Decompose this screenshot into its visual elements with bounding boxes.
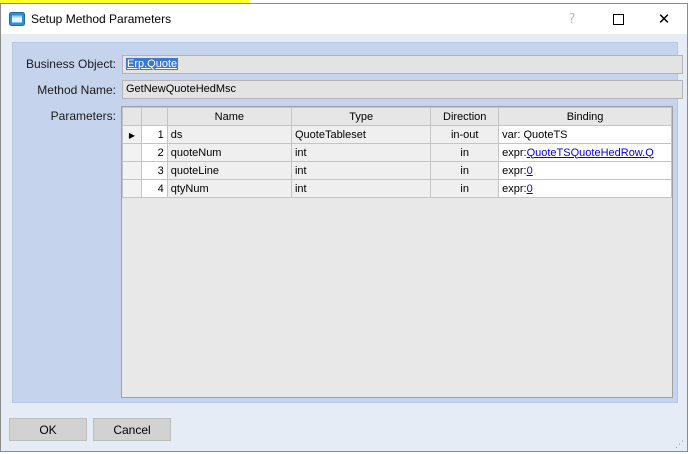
parameters-table: Name Type Direction Binding ▶ 1 ds Quote… <box>122 107 672 198</box>
binding-link[interactable]: 0 <box>527 183 533 195</box>
param-direction-cell: in <box>430 179 500 198</box>
parameters-label: Parameters: <box>50 109 116 123</box>
row-selector[interactable] <box>122 161 142 180</box>
parameters-grid[interactable]: Name Type Direction Binding ▶ 1 ds Quote… <box>121 106 673 398</box>
row-selector[interactable] <box>122 143 142 162</box>
table-row[interactable]: 3 quoteLine int in expr:0 <box>122 161 672 180</box>
row-number: 2 <box>140 143 168 162</box>
param-binding-cell[interactable]: expr:0 <box>498 179 672 198</box>
table-row[interactable]: ▶ 1 ds QuoteTableset in-out var: QuoteTS <box>122 125 672 144</box>
business-object-value: Erp.Quote <box>126 58 179 70</box>
business-object-label: Business Object: <box>25 57 116 71</box>
param-binding-cell[interactable]: var: QuoteTS <box>498 125 672 144</box>
param-direction-cell: in-out <box>430 125 500 144</box>
row-selector[interactable]: ▶ <box>122 125 142 144</box>
help-button[interactable]: ? <box>549 4 595 34</box>
resize-grip-icon[interactable]: ⋰ <box>675 439 685 449</box>
grid-header-row: Name Type Direction Binding <box>122 107 672 126</box>
method-name-value: GetNewQuoteHedMsc <box>126 83 237 95</box>
column-header-name[interactable]: Name <box>166 107 292 126</box>
param-name-cell: qtyNum <box>166 179 292 198</box>
cancel-button[interactable]: Cancel <box>93 418 171 441</box>
close-icon: ✕ <box>657 9 671 28</box>
param-type-cell: int <box>290 161 432 180</box>
method-name-field[interactable]: GetNewQuoteHedMsc <box>122 80 683 99</box>
column-header-type[interactable]: Type <box>290 107 432 126</box>
column-header-direction[interactable]: Direction <box>430 107 500 126</box>
method-name-label: Method Name: <box>37 83 116 97</box>
row-selector[interactable] <box>122 179 142 198</box>
dialog-window: Setup Method Parameters ? ✕ Business Obj… <box>0 3 688 452</box>
param-name-cell: ds <box>166 125 292 144</box>
column-header-number <box>140 107 168 126</box>
row-number: 3 <box>140 161 168 180</box>
column-header-selector <box>122 107 142 126</box>
title-bar[interactable]: Setup Method Parameters ? ✕ <box>1 4 687 34</box>
binding-prefix: var: QuoteTS <box>502 128 568 141</box>
param-type-cell: int <box>290 143 432 162</box>
binding-link[interactable]: 0 <box>527 165 533 177</box>
close-button[interactable]: ✕ <box>641 4 687 34</box>
table-row[interactable]: 2 quoteNum int in expr:QuoteTSQuoteHedRo… <box>122 143 672 162</box>
maximize-button[interactable] <box>595 4 641 34</box>
maximize-icon <box>612 13 624 25</box>
param-name-cell: quoteNum <box>166 143 292 162</box>
column-header-binding[interactable]: Binding <box>498 107 672 126</box>
row-number: 1 <box>140 125 168 144</box>
help-icon: ? <box>568 11 576 27</box>
param-binding-cell[interactable]: expr:QuoteTSQuoteHedRow.Q <box>498 143 672 162</box>
business-object-field[interactable]: Erp.Quote <box>122 55 683 74</box>
window-title: Setup Method Parameters <box>31 12 172 26</box>
param-name-cell: quoteLine <box>166 161 292 180</box>
row-number: 4 <box>140 179 168 198</box>
param-type-cell: int <box>290 179 432 198</box>
parameters-panel: Business Object: Erp.Quote Method Name: … <box>12 42 683 403</box>
param-binding-cell[interactable]: expr:0 <box>498 161 672 180</box>
param-direction-cell: in <box>430 161 500 180</box>
table-row[interactable]: 4 qtyNum int in expr:0 <box>122 179 672 198</box>
binding-link[interactable]: QuoteTSQuoteHedRow.Q <box>527 147 654 159</box>
binding-prefix: expr: <box>502 182 527 195</box>
app-icon <box>9 12 25 26</box>
param-direction-cell: in <box>430 143 500 162</box>
current-row-arrow-icon: ▶ <box>128 130 135 140</box>
binding-prefix: expr: <box>502 164 527 177</box>
ok-button[interactable]: OK <box>9 418 87 441</box>
param-type-cell: QuoteTableset <box>290 125 432 144</box>
binding-prefix: expr: <box>502 146 527 159</box>
